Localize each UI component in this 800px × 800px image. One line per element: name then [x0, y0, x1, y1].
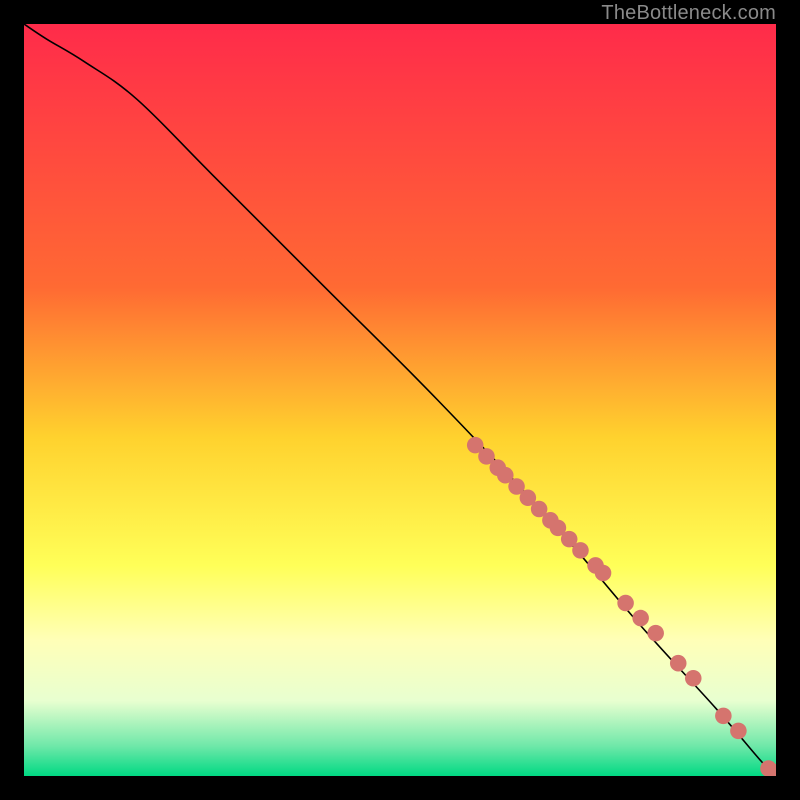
- scatter-point: [595, 565, 612, 582]
- scatter-point: [647, 625, 664, 642]
- chart-svg: [24, 24, 776, 776]
- chart-plot-area: [24, 24, 776, 776]
- watermark-text: TheBottleneck.com: [601, 2, 776, 25]
- scatter-point: [617, 595, 634, 612]
- scatter-point: [730, 723, 747, 740]
- scatter-point: [685, 670, 702, 687]
- gradient-background: [24, 24, 776, 776]
- scatter-point: [670, 655, 687, 672]
- scatter-point: [715, 708, 732, 725]
- scatter-point: [632, 610, 649, 627]
- chart-stage: TheBottleneck.com: [0, 0, 800, 800]
- scatter-point: [572, 542, 589, 559]
